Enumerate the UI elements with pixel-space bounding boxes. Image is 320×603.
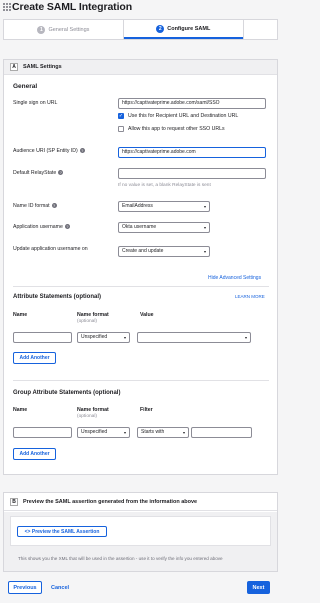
general-heading: General — [13, 83, 38, 90]
page-title: Create SAML Integration — [12, 1, 133, 13]
section-title: Preview the SAML assertion generated fro… — [23, 498, 198, 505]
hide-advanced-settings-link[interactable]: Hide Advanced Settings — [208, 275, 261, 281]
learn-more-link[interactable]: LEARN MORE — [235, 294, 265, 299]
checkbox-checked-icon: ✓ — [118, 113, 124, 119]
step-placeholder — [244, 20, 277, 39]
select-value: Okta username — [122, 224, 157, 230]
chevron-down-icon: ▾ — [203, 225, 206, 230]
step-configure-saml[interactable]: 2 Configure SAML — [123, 20, 243, 39]
column-optional: (optional) — [77, 319, 97, 324]
add-attribute-button[interactable]: Add Another — [13, 352, 56, 364]
group-filter-value-input[interactable] — [191, 427, 252, 438]
next-button[interactable]: Next — [247, 581, 270, 594]
divider — [13, 380, 269, 381]
update-username-select[interactable]: Create and update ▾ — [118, 246, 210, 257]
divider — [13, 286, 269, 287]
saml-preview-card: B Preview the SAML assertion generated f… — [3, 492, 278, 572]
preview-saml-assertion-button[interactable]: <> Preview the SAML Assertion — [17, 526, 107, 537]
column-name: Name — [13, 407, 28, 413]
attribute-name-input[interactable] — [13, 332, 72, 343]
preview-box: <> Preview the SAML Assertion — [10, 516, 271, 546]
relay-state-label: Default RelayState? — [13, 170, 64, 176]
group-name-input[interactable] — [13, 427, 72, 438]
use-for-recipient-checkbox[interactable]: ✓ Use this for Recipient URL and Destina… — [118, 113, 238, 119]
select-value: Unspecified — [81, 334, 108, 340]
saml-settings-card: A SAML Settings General Single sign on U… — [3, 59, 278, 475]
preview-note: This shows you the XML that will be used… — [18, 556, 223, 561]
section-letter: A — [10, 63, 18, 71]
audience-uri-label: Audience URI (SP Entity ID)? — [13, 148, 85, 154]
relay-state-hint: If no value is set, a blank RelayState i… — [118, 183, 211, 188]
chevron-down-icon: ▾ — [123, 430, 126, 435]
section-letter: B — [10, 497, 18, 506]
audience-uri-input[interactable]: https://captivateprime.adobe.com — [118, 147, 266, 158]
step-label: Configure SAML — [167, 25, 211, 32]
step-number: 2 — [156, 24, 165, 33]
group-attribute-statements-heading: Group Attribute Statements (optional) — [13, 390, 121, 396]
add-group-attribute-button[interactable]: Add Another — [13, 448, 56, 460]
attribute-value-select[interactable]: ▾ — [137, 332, 251, 343]
checkbox-label: Use this for Recipient URL and Destinati… — [128, 113, 239, 119]
preview-area: <> Preview the SAML Assertion This shows… — [4, 512, 277, 571]
chevron-down-icon: ▾ — [203, 204, 206, 209]
chevron-down-icon: ▾ — [123, 335, 126, 340]
step-number: 1 — [37, 25, 46, 34]
step-label: General Settings — [48, 26, 90, 33]
sso-url-label: Single sign on URL — [13, 100, 58, 106]
column-optional: (optional) — [77, 414, 97, 419]
section-title: SAML Settings — [23, 64, 62, 70]
app-username-select[interactable]: Okta username ▾ — [118, 222, 210, 233]
name-id-format-label: Name ID format? — [13, 203, 57, 209]
step-general-settings[interactable]: 1 General Settings — [4, 20, 123, 39]
relay-state-input[interactable] — [118, 168, 266, 179]
attribute-format-select[interactable]: Unspecified ▾ — [77, 332, 130, 343]
column-name-format: Name format — [77, 312, 109, 318]
update-username-label: Update application username on — [13, 246, 88, 252]
cancel-button[interactable]: Cancel — [51, 585, 69, 591]
section-b-header: B Preview the SAML assertion generated f… — [4, 493, 277, 511]
chevron-down-icon: ▾ — [203, 249, 206, 254]
group-format-select[interactable]: Unspecified ▾ — [77, 427, 130, 438]
chevron-down-icon: ▾ — [244, 335, 247, 340]
help-icon[interactable]: ? — [79, 148, 85, 154]
section-a-header: A SAML Settings — [4, 60, 277, 75]
apps-grid-icon — [3, 3, 11, 11]
select-value: Starts with — [141, 429, 165, 435]
group-filter-select[interactable]: Starts with ▾ — [137, 427, 189, 438]
checkbox-label: Allow this app to request other SSO URLs — [128, 126, 225, 132]
attribute-statements-heading: Attribute Statements (optional) — [13, 294, 101, 300]
help-icon[interactable]: ? — [51, 203, 57, 209]
app-username-label: Application username? — [13, 224, 70, 230]
checkbox-unchecked-icon — [118, 126, 124, 132]
allow-other-sso-checkbox[interactable]: Allow this app to request other SSO URLs — [118, 126, 225, 132]
wizard-steps: 1 General Settings 2 Configure SAML — [3, 19, 278, 40]
column-value: Value — [140, 312, 154, 318]
column-name-format: Name format — [77, 407, 109, 413]
sso-url-input[interactable]: https://captivateprime.adobe.com/saml/SS… — [118, 98, 266, 109]
select-value: EmailAddress — [122, 203, 153, 209]
column-filter: Filter — [140, 407, 153, 413]
select-value: Unspecified — [81, 429, 108, 435]
previous-button[interactable]: Previous — [8, 581, 42, 594]
help-icon[interactable]: ? — [64, 224, 70, 230]
page-header: Create SAML Integration — [3, 1, 132, 13]
help-icon[interactable]: ? — [58, 170, 64, 176]
select-value: Create and update — [122, 248, 164, 254]
column-name: Name — [13, 312, 28, 318]
name-id-format-select[interactable]: EmailAddress ▾ — [118, 201, 210, 212]
chevron-down-icon: ▾ — [182, 430, 185, 435]
